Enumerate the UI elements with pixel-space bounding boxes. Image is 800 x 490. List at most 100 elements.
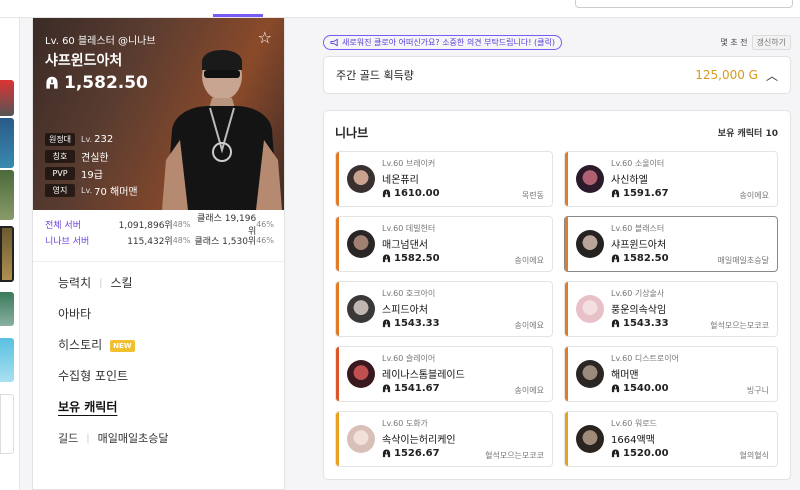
character-name: 풍운의속삭임 bbox=[611, 305, 667, 316]
character-power: 1582.50 bbox=[382, 253, 440, 264]
class-stripe bbox=[565, 347, 568, 401]
stat-row-pvp: PVP 19급 bbox=[45, 165, 138, 182]
menu-stats[interactable]: 능력치 bbox=[58, 268, 91, 299]
chevron-up-icon[interactable]: ︿ bbox=[766, 67, 778, 84]
character-class: Lv.60 워로드 bbox=[611, 419, 657, 428]
profile-menu: 능력치 | 스킬 아바타 히스토리 NEW 수집형 포인트 보유 캐릭터 길드 … bbox=[33, 261, 284, 454]
helmet-icon bbox=[382, 189, 391, 198]
thumbnail[interactable] bbox=[0, 292, 14, 326]
character-name: 스피드아처 bbox=[382, 305, 428, 316]
character-card[interactable]: Lv.60 디스트로이어 해머맨 1540.00 빙구니 bbox=[564, 346, 778, 402]
menu-owned-characters[interactable]: 보유 캐릭터 bbox=[58, 392, 284, 423]
character-avatar bbox=[347, 425, 375, 453]
character-card[interactable]: Lv.60 브레이커 네온퓨리 1610.00 목련동 bbox=[335, 151, 553, 207]
character-portrait bbox=[162, 50, 282, 210]
thumbnail[interactable] bbox=[0, 394, 14, 454]
character-power: 1541.67 bbox=[382, 383, 440, 394]
character-guild: 송이에요 bbox=[739, 191, 769, 200]
profile-level-class-server: Lv. 60 블레스터 @니나브 bbox=[45, 36, 156, 47]
character-avatar bbox=[576, 165, 604, 193]
character-class: Lv.60 도화가 bbox=[382, 419, 428, 428]
menu-row-stats-skills: 능력치 | 스킬 bbox=[58, 268, 284, 299]
rank-table: 전체 서버 1,091,896위 48% 클래스 19,196위 46% 니나브… bbox=[33, 210, 284, 248]
helmet-icon bbox=[611, 384, 620, 393]
menu-collectibles[interactable]: 수집형 포인트 bbox=[58, 361, 284, 392]
thumbnail[interactable] bbox=[0, 80, 14, 116]
class-stripe bbox=[565, 412, 568, 466]
character-power: 1540.00 bbox=[611, 383, 669, 394]
character-avatar bbox=[576, 360, 604, 388]
stat-row-title: 칭호 견실한 bbox=[45, 148, 138, 165]
character-card[interactable]: Lv.60 워로드 1664액맥 1520.00 혈의혈식 bbox=[564, 411, 778, 467]
character-name: 샤프윈드아처 bbox=[611, 240, 667, 251]
update-info: 몇 초 전 갱신하기 bbox=[720, 35, 791, 50]
server-name: 니나브 bbox=[335, 125, 369, 140]
character-guild: 혈석모으는모코코 bbox=[485, 451, 544, 460]
character-name: 속삭이는허리케인 bbox=[382, 435, 456, 446]
character-avatar bbox=[347, 295, 375, 323]
stat-tag: PVP bbox=[45, 167, 75, 180]
character-card[interactable]: Lv.60 슬레이어 레이나스톰블레이드 1541.67 송이에요 bbox=[335, 346, 553, 402]
profile-character-name: 샤프윈드아처 bbox=[45, 53, 123, 69]
stat-tag: 원정대 bbox=[45, 133, 75, 146]
character-card[interactable]: Lv.60 호크아이 스피드아처 1543.33 송이에요 bbox=[335, 281, 553, 337]
character-card[interactable]: Lv.60 블래스터 샤프윈드아처 1582.50 매일매일초승달 bbox=[564, 216, 778, 272]
feedback-notice[interactable]: 새로워진 클로아 어떠신가요? 소중한 의견 부탁드립니다! (클릭) bbox=[323, 35, 562, 50]
character-guild: 매일매일초승달 bbox=[717, 256, 769, 265]
character-avatar bbox=[576, 425, 604, 453]
class-stripe bbox=[336, 152, 339, 206]
character-name: 레이나스톰블레이드 bbox=[382, 370, 465, 381]
character-guild: 혈의혈식 bbox=[739, 451, 769, 460]
main-content: 새로워진 클로아 어떠신가요? 소중한 의견 부탁드립니다! (클릭) 몇 초 … bbox=[323, 18, 791, 480]
helmet-icon bbox=[382, 254, 391, 263]
new-badge: NEW bbox=[110, 339, 135, 352]
helmet-icon bbox=[382, 384, 391, 393]
character-name: 매그넘댄서 bbox=[382, 240, 428, 251]
stat-tag: 영지 bbox=[45, 184, 75, 197]
character-card[interactable]: Lv.60 소울이터 사신하엘 1591.67 송이에요 bbox=[564, 151, 778, 207]
character-class: Lv.60 슬레이어 bbox=[382, 354, 436, 363]
character-name: 1664액맥 bbox=[611, 435, 655, 446]
menu-history[interactable]: 히스토리 NEW bbox=[58, 330, 284, 361]
guild-label: 길드 bbox=[58, 432, 79, 445]
character-power: 1526.67 bbox=[382, 448, 440, 459]
search-input[interactable] bbox=[575, 0, 793, 8]
helmet-icon bbox=[611, 189, 620, 198]
character-guild: 목련동 bbox=[521, 191, 544, 200]
character-avatar bbox=[347, 360, 375, 388]
weekly-gold-card[interactable]: 주간 골드 획득량 125,000 G ︿ bbox=[323, 56, 791, 94]
top-nav bbox=[0, 0, 800, 18]
helmet-icon bbox=[611, 319, 620, 328]
left-thumbnail-strip bbox=[0, 18, 20, 490]
class-stripe bbox=[336, 217, 339, 271]
owned-characters-header: 니나브 보유 캐릭터 10 bbox=[324, 111, 790, 140]
character-grid: Lv.60 브레이커 네온퓨리 1610.00 목련동 Lv.60 소울이터 사신하엘 15… bbox=[335, 151, 781, 467]
profile-card: Lv. 60 블레스터 @니나브 샤프윈드아처 1,582.50 ☆ 원정대 L… bbox=[32, 18, 285, 490]
character-power: 1520.00 bbox=[611, 448, 669, 459]
thumbnail[interactable] bbox=[0, 118, 14, 168]
character-card[interactable]: Lv.60 기상술사 풍운의속삭임 1543.33 혈석모으는모코코 bbox=[564, 281, 778, 337]
last-updated: 몇 초 전 bbox=[720, 38, 748, 47]
character-name: 해머맨 bbox=[611, 370, 639, 381]
character-power: 1610.00 bbox=[382, 188, 440, 199]
helmet-icon bbox=[611, 254, 620, 263]
character-card[interactable]: Lv.60 도화가속삭이는허리케인 1526.67 혈석모으는모코코 bbox=[335, 411, 553, 467]
thumbnail[interactable] bbox=[0, 338, 14, 382]
refresh-button[interactable]: 갱신하기 bbox=[751, 35, 791, 50]
character-card[interactable]: Lv.60 데빌헌터 매그넘댄서 1582.50 송이에요 bbox=[335, 216, 553, 272]
thumbnail[interactable] bbox=[0, 226, 14, 282]
menu-avatar[interactable]: 아바타 bbox=[58, 299, 284, 330]
class-stripe bbox=[565, 217, 568, 271]
character-count: 보유 캐릭터 10 bbox=[717, 128, 778, 139]
guild-name[interactable]: 매일매일초승달 bbox=[98, 423, 169, 454]
menu-skills[interactable]: 스킬 bbox=[111, 268, 133, 299]
character-name: 사신하엘 bbox=[611, 175, 648, 186]
character-avatar bbox=[576, 230, 604, 258]
nav-active-indicator bbox=[213, 14, 263, 17]
class-stripe bbox=[336, 412, 339, 466]
helmet-icon bbox=[46, 76, 58, 89]
thumbnail[interactable] bbox=[0, 170, 14, 220]
profile-stats: 원정대 Lv. 232 칭호 견실한 PVP 19급 영지 Lv. 70 해머맨 bbox=[45, 131, 138, 199]
character-class: Lv.60 데빌헌터 bbox=[382, 224, 436, 233]
character-power: 1582.50 bbox=[611, 253, 669, 264]
